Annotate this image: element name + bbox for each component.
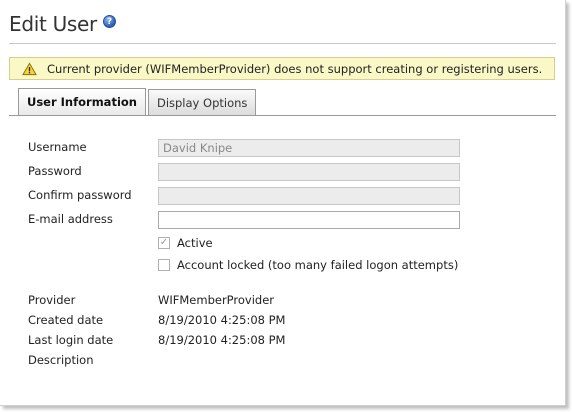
username-label: Username: [28, 140, 87, 154]
active-checkbox[interactable]: ✓: [158, 237, 170, 249]
warning-banner: Current provider (WIFMemberProvider) doe…: [9, 57, 555, 80]
tab-user-information[interactable]: User Information: [18, 88, 146, 115]
provider-value: WIFMemberProvider: [158, 293, 275, 307]
provider-label: Provider: [28, 293, 76, 307]
tab-display-options[interactable]: Display Options: [147, 89, 257, 115]
tab-divider: [9, 115, 556, 116]
active-checkbox-row[interactable]: ✓ Active: [158, 236, 213, 250]
tab-bar: User Information Display Options: [18, 88, 258, 115]
page-title: Edit User: [9, 12, 97, 36]
email-label: E-mail address: [28, 212, 113, 226]
email-field[interactable]: [158, 211, 460, 229]
warning-text: Current provider (WIFMemberProvider) doe…: [47, 61, 543, 76]
username-field[interactable]: [158, 139, 460, 157]
confirm-password-label: Confirm password: [28, 188, 132, 202]
account-locked-checkbox[interactable]: [158, 259, 170, 271]
last-login-date-label: Last login date: [28, 333, 114, 347]
description-label: Description: [28, 353, 94, 367]
title-divider: [9, 43, 556, 44]
help-icon[interactable]: ?: [102, 14, 116, 28]
account-locked-label: Account locked (too many failed logon at…: [177, 258, 459, 272]
edit-user-panel: Edit User ? Current provider (WIFMemberP…: [0, 0, 566, 406]
password-label: Password: [28, 164, 82, 178]
page-header: Edit User ?: [9, 12, 116, 36]
active-label: Active: [177, 236, 213, 250]
locked-checkbox-row[interactable]: Account locked (too many failed logon at…: [158, 258, 458, 272]
created-date-label: Created date: [28, 313, 104, 327]
confirm-password-field[interactable]: [158, 187, 460, 205]
last-login-date-value: 8/19/2010 4:25:08 PM: [158, 333, 286, 347]
warning-icon: [22, 61, 37, 75]
created-date-value: 8/19/2010 4:25:08 PM: [158, 313, 286, 327]
password-field[interactable]: [158, 163, 460, 181]
